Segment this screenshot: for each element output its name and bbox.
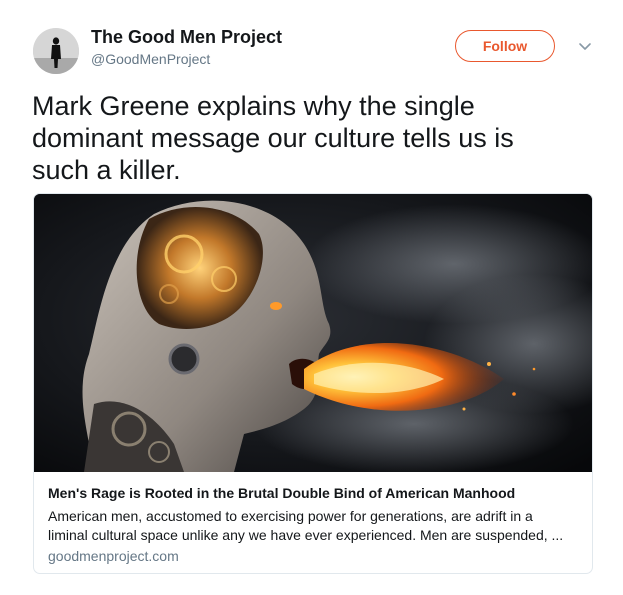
follow-button[interactable]: Follow xyxy=(455,30,555,62)
card-description-line: liminal cultural space unlike any we hav… xyxy=(48,527,564,543)
chevron-down-icon[interactable] xyxy=(577,38,593,54)
card-description: American men, accustomed to exercising p… xyxy=(48,507,584,545)
follow-button-label: Follow xyxy=(482,38,528,54)
tweet-text-line: dominant message our culture tells us is xyxy=(32,123,514,153)
tweet-embed: The Good Men Project @GoodMenProject Fol… xyxy=(0,0,623,595)
tweet-text-line: Mark Greene explains why the single xyxy=(32,91,475,121)
tweet-text: Mark Greene explains why the single domi… xyxy=(32,90,592,186)
link-card[interactable]: Men's Rage is Rooted in the Brutal Doubl… xyxy=(33,193,593,574)
account-handle[interactable]: @GoodMenProject xyxy=(91,51,210,67)
tweet-text-line: such a killer. xyxy=(32,155,181,185)
card-title[interactable]: Men's Rage is Rooted in the Brutal Doubl… xyxy=(48,485,578,501)
robotic-head-breathing-fire-image xyxy=(34,194,592,472)
card-image[interactable] xyxy=(34,194,592,472)
card-description-line: American men, accustomed to exercising p… xyxy=(48,508,533,524)
display-name[interactable]: The Good Men Project xyxy=(91,27,282,48)
man-silhouette-avatar-icon xyxy=(33,28,79,74)
avatar[interactable] xyxy=(33,28,79,74)
card-domain[interactable]: goodmenproject.com xyxy=(48,548,179,564)
